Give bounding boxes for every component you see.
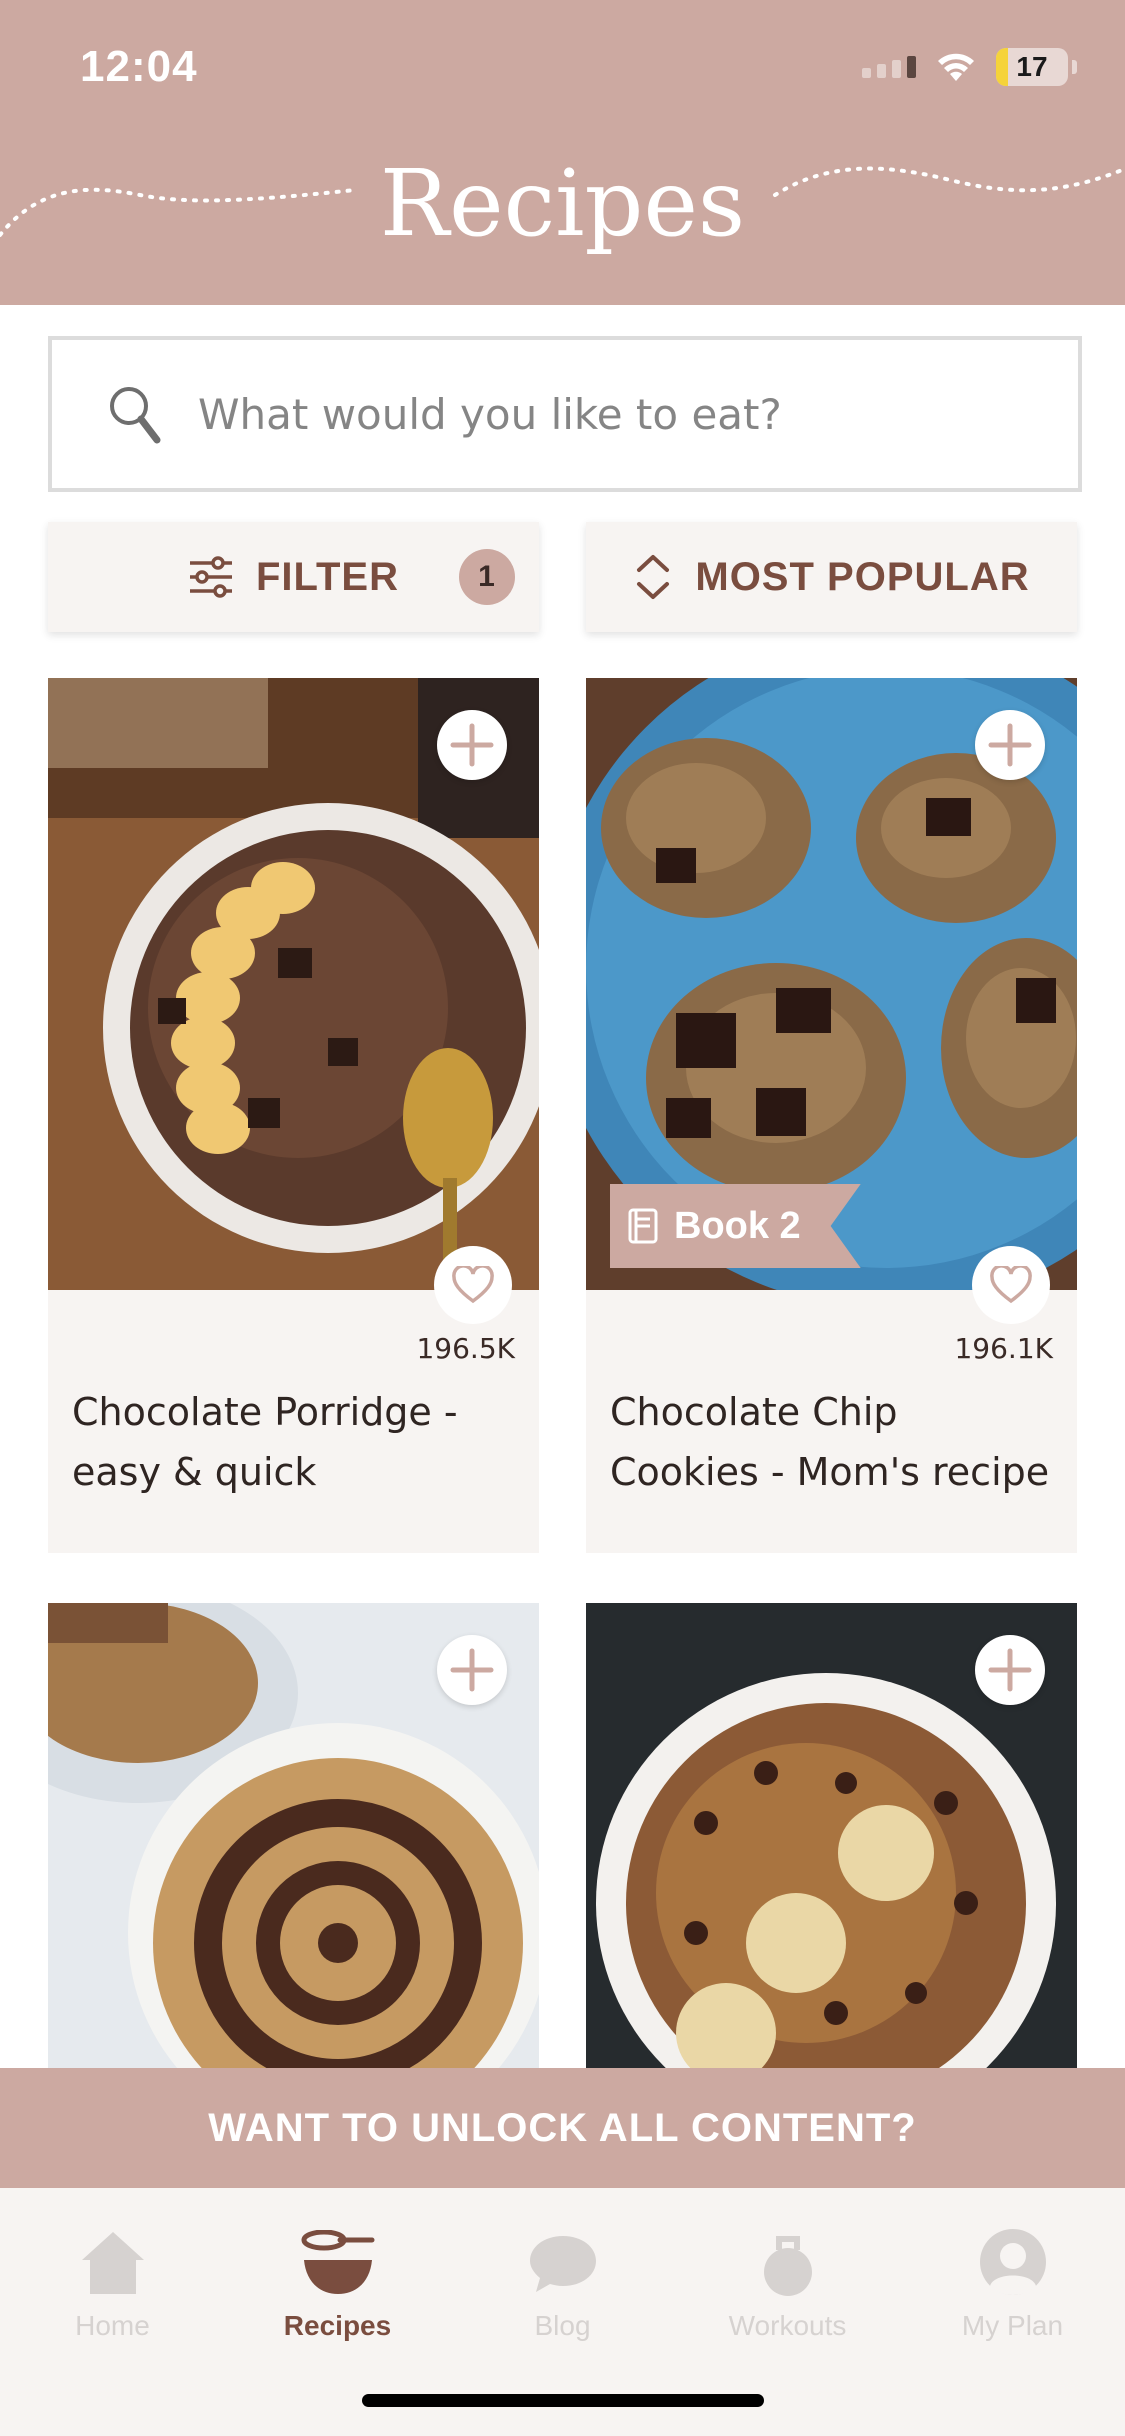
battery-icon: 17 xyxy=(996,48,1068,86)
plus-icon xyxy=(988,1648,1032,1692)
tab-label: Blog xyxy=(534,2310,591,2341)
status-time: 12:04 xyxy=(80,42,198,91)
tab-recipes[interactable]: Recipes xyxy=(225,2214,450,2342)
kettlebell-icon xyxy=(763,2236,812,2296)
filter-button[interactable]: FILTER 1 xyxy=(48,522,539,632)
recipe-card[interactable]: Book 2 196.1K Chocolate Chip Cookies - M… xyxy=(586,678,1077,1553)
recipe-card[interactable] xyxy=(586,1603,1077,2068)
likes-count: 196.5K xyxy=(416,1332,515,1365)
tab-blog[interactable]: Blog xyxy=(450,2214,675,2342)
favorite-button[interactable] xyxy=(434,1246,512,1324)
add-to-plan-button[interactable] xyxy=(975,1635,1045,1705)
recipe-card[interactable]: 196.5K Chocolate Porridge - easy & quick xyxy=(48,678,539,1553)
tab-label: My Plan xyxy=(961,2310,1064,2341)
tab-label: Home xyxy=(75,2310,150,2341)
plus-icon xyxy=(450,723,494,767)
page-title: Recipes xyxy=(379,150,746,257)
bowl-whisk-icon xyxy=(301,2230,374,2294)
add-to-plan-button[interactable] xyxy=(437,710,507,780)
heart-icon xyxy=(452,1266,494,1304)
unlock-content-banner[interactable]: WANT TO UNLOCK ALL CONTENT? xyxy=(0,2068,1125,2188)
sort-button[interactable]: MOST POPULAR xyxy=(586,522,1077,632)
tab-my-plan[interactable]: My Plan xyxy=(900,2214,1125,2342)
home-indicator xyxy=(362,2394,764,2407)
book-icon xyxy=(628,1208,658,1244)
battery-level: 17 xyxy=(1016,51,1048,82)
user-icon xyxy=(979,2229,1046,2295)
likes-count: 196.1K xyxy=(954,1332,1053,1365)
search-icon xyxy=(110,387,161,444)
heart-icon xyxy=(990,1266,1032,1304)
tab-label: Workouts xyxy=(728,2310,847,2341)
recipe-title: Chocolate Porridge - easy & quick xyxy=(72,1390,458,1494)
sort-label: MOST POPULAR xyxy=(695,554,1030,599)
add-to-plan-button[interactable] xyxy=(437,1635,507,1705)
chat-bubble-icon xyxy=(529,2236,596,2292)
plus-icon xyxy=(450,1648,494,1692)
battery-cap xyxy=(1072,60,1077,74)
home-icon xyxy=(81,2232,144,2294)
search-bar[interactable] xyxy=(48,336,1082,492)
tab-label: Recipes xyxy=(283,2310,392,2341)
recipe-card[interactable] xyxy=(48,1603,539,2068)
filter-label: FILTER xyxy=(255,554,399,599)
wifi-icon xyxy=(938,53,974,81)
book-tag: Book 2 xyxy=(610,1184,861,1268)
app-header: 12:04 17 Recipes xyxy=(0,0,1125,305)
recipe-title: Chocolate Chip Cookies - Mom's recipe xyxy=(610,1390,1050,1494)
status-icons: 17 xyxy=(862,48,1077,86)
plus-icon xyxy=(988,723,1032,767)
sort-chevrons-icon xyxy=(637,555,670,599)
sliders-icon xyxy=(189,556,232,598)
search-input[interactable] xyxy=(198,389,998,439)
add-to-plan-button[interactable] xyxy=(975,710,1045,780)
cellular-signal-icon xyxy=(862,56,916,78)
tab-workouts[interactable]: Workouts xyxy=(675,2214,900,2342)
book-tag-label: Book 2 xyxy=(674,1204,801,1247)
tab-home[interactable]: Home xyxy=(0,2214,225,2342)
favorite-button[interactable] xyxy=(972,1246,1050,1324)
filter-count-badge: 1 xyxy=(459,549,515,605)
